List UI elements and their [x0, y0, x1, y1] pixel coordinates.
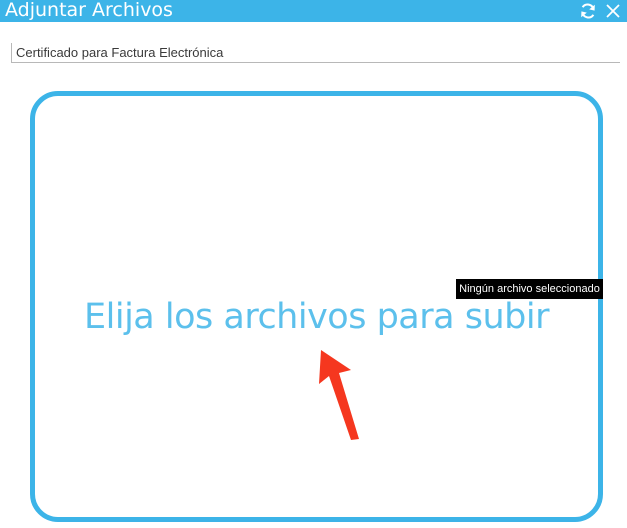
red-arrow-icon — [319, 350, 359, 440]
title-bar: Adjuntar Archivos — [0, 0, 627, 22]
dropzone-prompt[interactable]: Elija los archivos para subir — [35, 296, 598, 338]
certificate-field[interactable]: Certificado para Factura Electrónica — [11, 43, 620, 63]
window-title: Adjuntar Archivos — [5, 0, 173, 21]
refresh-icon[interactable] — [578, 1, 598, 21]
file-dropzone[interactable]: Elija los archivos para subir — [30, 91, 603, 522]
no-file-tooltip: Ningún archivo seleccionado — [456, 279, 603, 299]
certificate-field-label: Certificado para Factura Electrónica — [16, 45, 224, 60]
close-icon[interactable] — [603, 1, 623, 21]
